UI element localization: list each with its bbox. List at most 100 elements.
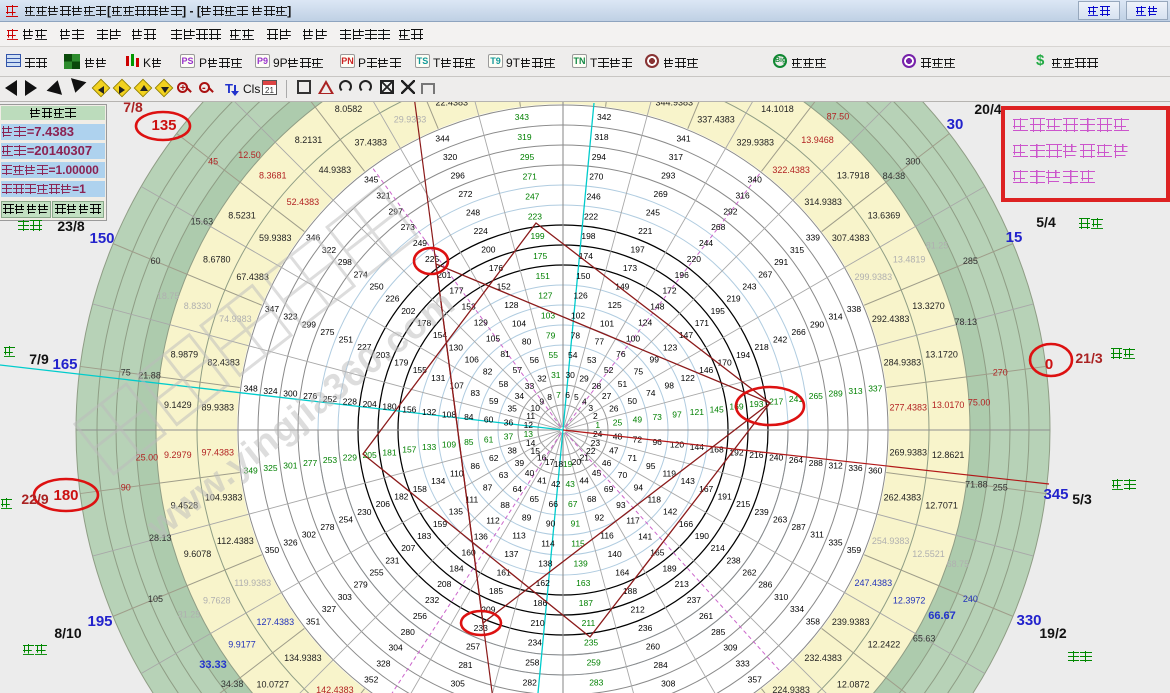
svg-text:65.63: 65.63 xyxy=(913,634,936,644)
svg-text:105: 105 xyxy=(148,594,163,604)
svg-text:95: 95 xyxy=(646,461,656,471)
svg-text:346: 346 xyxy=(306,233,320,243)
svg-text:342: 342 xyxy=(597,112,611,122)
svg-text:175: 175 xyxy=(533,251,547,261)
svg-text:259: 259 xyxy=(587,657,601,667)
svg-text:7: 7 xyxy=(556,390,561,400)
svg-text:141: 141 xyxy=(638,532,652,542)
svg-text:210: 210 xyxy=(530,618,544,628)
svg-text:230: 230 xyxy=(357,507,371,517)
svg-text:283: 283 xyxy=(589,677,603,687)
svg-text:274: 274 xyxy=(354,269,368,279)
svg-text:214: 214 xyxy=(711,543,725,553)
svg-text:227: 227 xyxy=(357,342,371,352)
svg-text:182: 182 xyxy=(394,491,408,501)
svg-text:21.88: 21.88 xyxy=(138,371,161,381)
svg-text:266: 266 xyxy=(791,327,805,337)
svg-text:97: 97 xyxy=(672,409,682,419)
svg-text:27: 27 xyxy=(602,391,612,401)
svg-text:33.33: 33.33 xyxy=(199,659,227,671)
svg-text:225: 225 xyxy=(425,254,439,264)
svg-text:276: 276 xyxy=(303,391,317,401)
svg-text:299.9383: 299.9383 xyxy=(855,272,893,282)
svg-text:8.6780: 8.6780 xyxy=(203,254,231,264)
svg-text:212: 212 xyxy=(631,605,645,615)
svg-text:269: 269 xyxy=(653,189,667,199)
svg-text:338: 338 xyxy=(847,304,861,314)
svg-text:215: 215 xyxy=(736,499,750,509)
svg-text:145: 145 xyxy=(710,404,724,414)
svg-text:333: 333 xyxy=(735,659,749,669)
svg-text:321: 321 xyxy=(376,190,390,200)
svg-text:7/8: 7/8 xyxy=(123,102,143,115)
svg-text:89: 89 xyxy=(522,512,532,522)
svg-text:351: 351 xyxy=(306,616,320,626)
svg-text:312: 312 xyxy=(829,460,843,470)
svg-text:260: 260 xyxy=(646,642,660,652)
svg-text:273: 273 xyxy=(401,222,415,232)
svg-text:339: 339 xyxy=(806,233,820,243)
svg-text:77: 77 xyxy=(595,337,605,347)
svg-text:162: 162 xyxy=(536,578,550,588)
svg-text:268: 268 xyxy=(711,222,725,232)
svg-text:249: 249 xyxy=(413,238,427,248)
svg-text:53: 53 xyxy=(587,355,597,365)
svg-text:359: 359 xyxy=(847,545,861,555)
svg-text:285: 285 xyxy=(963,256,978,266)
svg-text:322: 322 xyxy=(322,245,336,255)
svg-text:198: 198 xyxy=(581,231,595,241)
svg-text:128: 128 xyxy=(504,300,518,310)
svg-text:56: 56 xyxy=(530,355,540,365)
svg-text:224: 224 xyxy=(474,226,488,236)
svg-text:57: 57 xyxy=(513,365,523,375)
svg-text:129: 129 xyxy=(474,317,488,327)
svg-text:262: 262 xyxy=(742,568,756,578)
svg-text:30: 30 xyxy=(947,116,964,133)
svg-text:238: 238 xyxy=(726,555,740,565)
svg-text:344: 344 xyxy=(435,133,449,143)
svg-text:135: 135 xyxy=(151,117,176,134)
svg-text:222: 222 xyxy=(584,211,598,221)
svg-text:30: 30 xyxy=(565,370,575,380)
svg-text:117: 117 xyxy=(626,516,640,526)
svg-text:278: 278 xyxy=(320,522,334,532)
svg-text:297: 297 xyxy=(388,206,402,216)
svg-text:148: 148 xyxy=(650,302,664,312)
svg-text:347: 347 xyxy=(265,304,279,314)
svg-text:337.4383: 337.4383 xyxy=(697,115,735,125)
svg-text:195: 195 xyxy=(87,613,112,630)
svg-text:42: 42 xyxy=(551,479,561,489)
svg-text:69: 69 xyxy=(604,484,614,494)
svg-text:125: 125 xyxy=(608,300,622,310)
svg-text:29: 29 xyxy=(579,374,589,384)
svg-text:44: 44 xyxy=(579,475,589,485)
svg-text:59: 59 xyxy=(489,396,499,406)
svg-text:348: 348 xyxy=(244,383,258,393)
svg-text:13.3270: 13.3270 xyxy=(912,301,945,311)
svg-text:10.0727: 10.0727 xyxy=(257,680,290,690)
svg-text:170: 170 xyxy=(718,358,732,368)
svg-text:243: 243 xyxy=(742,281,756,291)
svg-text:232: 232 xyxy=(425,595,439,605)
svg-text:270: 270 xyxy=(589,172,603,182)
svg-text:60: 60 xyxy=(484,415,494,425)
svg-text:177: 177 xyxy=(449,286,463,296)
svg-text:357: 357 xyxy=(748,674,762,684)
svg-text:119.9383: 119.9383 xyxy=(234,578,271,588)
svg-text:311: 311 xyxy=(810,530,824,540)
svg-text:143: 143 xyxy=(681,476,695,486)
svg-text:335: 335 xyxy=(828,537,842,547)
svg-text:190: 190 xyxy=(695,531,709,541)
svg-text:8.2131: 8.2131 xyxy=(295,135,323,145)
svg-text:75: 75 xyxy=(121,367,131,377)
svg-text:76: 76 xyxy=(616,349,626,359)
svg-text:344.9383: 344.9383 xyxy=(655,102,693,107)
svg-text:223: 223 xyxy=(528,211,542,221)
svg-text:61: 61 xyxy=(484,434,494,444)
svg-text:187: 187 xyxy=(579,598,593,608)
svg-text:62: 62 xyxy=(489,453,499,463)
svg-text:59.9383: 59.9383 xyxy=(259,233,292,243)
svg-text:317: 317 xyxy=(669,152,683,162)
svg-text:26: 26 xyxy=(609,403,619,413)
svg-text:310: 310 xyxy=(774,592,788,602)
